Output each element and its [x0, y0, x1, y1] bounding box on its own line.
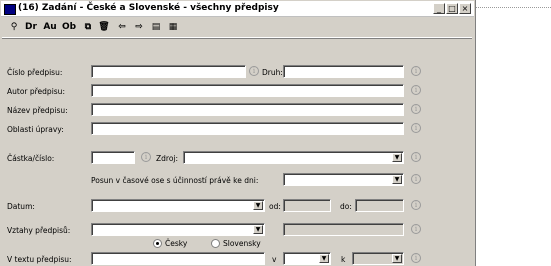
castka-info-icon[interactable]: i — [141, 152, 151, 162]
posun-select[interactable]: ▼ — [283, 173, 404, 186]
autor-info-icon[interactable]: i — [411, 85, 421, 95]
window-title: (16) Zadání - České a Slovenské - všechn… — [18, 3, 279, 13]
maximize-button[interactable]: □ — [446, 3, 458, 14]
castka-input[interactable] — [91, 151, 135, 164]
close-button[interactable]: × — [459, 3, 471, 14]
druh-label: Druh: — [262, 68, 283, 77]
cislo-label: Číslo předpisu: — [7, 68, 63, 77]
app-icon — [4, 4, 16, 15]
chevron-down-icon[interactable]: ▼ — [253, 225, 263, 234]
arrow-left-icon[interactable]: ⇦ — [114, 20, 130, 35]
datum-info-icon[interactable]: i — [411, 200, 421, 210]
v-label: v — [272, 255, 277, 264]
text-input[interactable] — [91, 252, 265, 265]
chevron-down-icon[interactable]: ▼ — [392, 153, 402, 162]
castka-label: Částka/číslo: — [7, 154, 55, 163]
k-select[interactable]: ▼ — [352, 252, 404, 265]
search-window: (16) Zadání - České a Slovenské - všechn… — [0, 0, 476, 266]
od-input[interactable] — [283, 199, 331, 212]
vztahy-select[interactable]: ▼ — [91, 223, 265, 236]
chevron-down-icon[interactable]: ▼ — [392, 254, 402, 263]
do-label: do: — [340, 202, 352, 211]
zdroj-label: Zdroj: — [156, 154, 179, 163]
datum-label: Datum: — [7, 202, 35, 211]
dotted-separator — [476, 7, 551, 8]
vztahy-info-icon[interactable]: i — [411, 224, 421, 234]
toolbar: ⚲ Dr Au Ob ⧉ 🗑 ⇦ ⇨ ▤ ▦ — [2, 19, 472, 38]
trash-icon[interactable]: 🗑 — [96, 20, 112, 35]
datum-select[interactable]: ▼ — [91, 199, 265, 212]
druh-info-icon[interactable]: i — [411, 66, 421, 76]
autor-label: Autor předpisu: — [7, 87, 65, 96]
od-label: od: — [269, 202, 281, 211]
nazev-input[interactable] — [91, 103, 404, 116]
radio-cesky-label: Česky — [165, 239, 188, 248]
minimize-button[interactable]: _ — [433, 3, 445, 14]
vztahy-label: Vztahy předpisů: — [7, 226, 71, 235]
copy-icon[interactable]: ⧉ — [80, 20, 96, 35]
nazev-label: Název předpisu: — [7, 106, 68, 115]
ob-button[interactable]: Ob — [61, 20, 77, 35]
posun-label: Posun v časové ose s účinností právě ke … — [91, 176, 259, 185]
posun-info-icon[interactable]: i — [411, 174, 421, 184]
radio-cesky[interactable] — [153, 239, 162, 248]
chevron-down-icon[interactable]: ▼ — [253, 201, 263, 210]
zdroj-info-icon[interactable]: i — [411, 152, 421, 162]
au-button[interactable]: Au — [42, 20, 58, 35]
druh-input[interactable] — [283, 65, 404, 78]
save-icon[interactable]: ▦ — [165, 20, 181, 35]
oblast-info-icon[interactable]: i — [411, 123, 421, 133]
chevron-down-icon[interactable]: ▼ — [319, 254, 329, 263]
title-bar[interactable]: (16) Zadání - České a Slovenské - všechn… — [1, 1, 474, 17]
radio-slovensky[interactable] — [211, 239, 220, 248]
radio-slovensky-label: Slovensky — [223, 239, 261, 248]
cislo-input[interactable] — [91, 65, 246, 78]
v-select[interactable]: ▼ — [283, 252, 331, 265]
oblast-input[interactable] — [91, 122, 404, 135]
k-label: k — [341, 255, 346, 264]
print-preview-icon[interactable]: ▤ — [148, 20, 164, 35]
search-icon[interactable]: ⚲ — [6, 20, 22, 35]
nazev-info-icon[interactable]: i — [411, 104, 421, 114]
text-label: V textu předpisu: — [7, 255, 72, 264]
autor-input[interactable] — [91, 84, 404, 97]
arrow-right-icon[interactable]: ⇨ — [131, 20, 147, 35]
text-info-icon[interactable]: i — [411, 253, 421, 263]
chevron-down-icon[interactable]: ▼ — [392, 175, 402, 184]
do-input[interactable] — [355, 199, 404, 212]
oblast-label: Oblasti úpravy: — [7, 125, 64, 134]
dr-button[interactable]: Dr — [23, 20, 39, 35]
vztahy-detail-input[interactable] — [283, 223, 404, 236]
cislo-info-icon[interactable]: i — [249, 66, 259, 76]
zdroj-select[interactable]: ▼ — [183, 151, 404, 164]
